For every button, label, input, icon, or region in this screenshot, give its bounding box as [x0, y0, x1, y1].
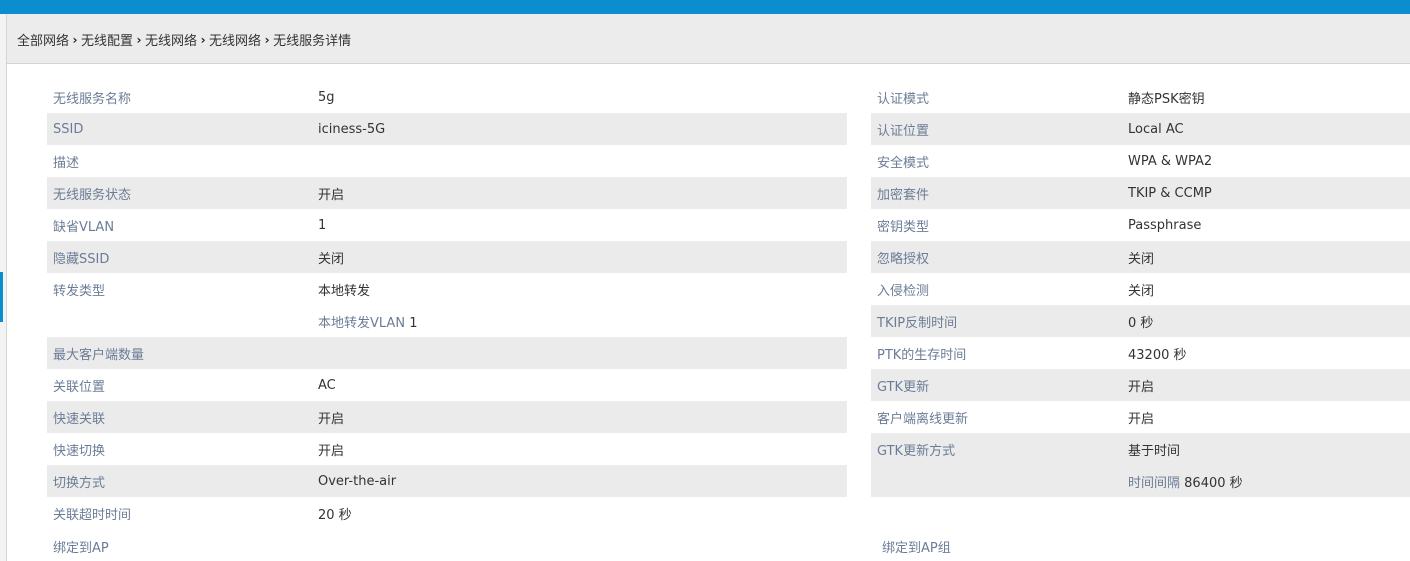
- detail-row-service-status: 无线服务状态 开启: [47, 177, 847, 209]
- detail-row-auth-mode: 认证模式 静态PSK密钥: [871, 81, 1410, 113]
- breadcrumb-wireless-config[interactable]: 无线配置: [81, 30, 133, 49]
- row-label: 加密套件: [877, 187, 930, 203]
- chevron-right-icon: ›: [200, 32, 206, 47]
- page-header: 全部网络 › 无线配置 › 无线网络 › 无线网络 › 无线服务详情: [7, 14, 1410, 64]
- row-value: 20 秒: [318, 507, 352, 523]
- row-value: 本地转发: [318, 283, 371, 299]
- row-value: 0 秒: [1128, 315, 1154, 331]
- row-label: 隐藏SSID: [53, 251, 110, 267]
- detail-row-client-offline-rekey: 客户端离线更新 开启: [871, 401, 1410, 433]
- row-value: TKIP & CCMP: [1128, 185, 1212, 201]
- row-value: AC: [318, 377, 336, 393]
- row-label: 快速切换: [53, 443, 106, 459]
- chevron-right-icon: ›: [264, 32, 270, 47]
- row-label: 认证模式: [877, 91, 930, 107]
- detail-row-local-forward-vlan: 本地转发VLAN 1: [47, 305, 847, 337]
- row-value: iciness-5G: [318, 121, 386, 137]
- bind-to-ap-group-label: 绑定到AP组: [882, 541, 951, 556]
- row-value: 开启: [318, 443, 345, 459]
- breadcrumb-service-detail: 无线服务详情: [273, 34, 352, 49]
- row-label: 认证位置: [877, 123, 930, 139]
- left-navigation-edge[interactable]: [0, 14, 7, 561]
- breadcrumb-all-networks[interactable]: 全部网络: [17, 30, 69, 49]
- row-value: 静态PSK密钥: [1128, 91, 1205, 107]
- row-value: 开启: [1128, 411, 1155, 427]
- detail-row-gtk-rekey-method: GTK更新方式 基于时间: [871, 433, 1410, 465]
- row-value: 开启: [318, 411, 345, 427]
- detail-row-max-clients: 最大客户端数量: [47, 337, 847, 369]
- row-label: TKIP反制时间: [877, 315, 958, 331]
- row-label: 密钥类型: [877, 219, 930, 235]
- row-value: 1: [318, 217, 327, 233]
- detail-row-association-location: 关联位置 AC: [47, 369, 847, 401]
- detail-row-auth-location: 认证位置 Local AC: [871, 113, 1410, 145]
- row-value: 关闭: [1128, 283, 1155, 299]
- row-label: PTK的生存时间: [877, 347, 967, 363]
- row-label: 转发类型: [53, 283, 106, 299]
- row-value: 43200 秒: [1128, 347, 1187, 363]
- row-label: 无线服务状态: [53, 187, 132, 203]
- bind-to-ap-label: 绑定到AP: [53, 541, 109, 556]
- chevron-right-icon: ›: [72, 32, 78, 47]
- detail-row-association-timeout: 关联超时时间 20 秒: [47, 497, 847, 529]
- row-label: 客户端离线更新: [877, 411, 969, 427]
- detail-row-key-type: 密钥类型 Passphrase: [871, 209, 1410, 241]
- detail-row-fast-roaming: 快速切换 开启: [47, 433, 847, 465]
- detail-row-roaming-method: 切换方式 Over-the-air: [47, 465, 847, 497]
- service-detail-right-panel: 认证模式 静态PSK密钥 认证位置 Local AC 安全模式 WPA & WP…: [871, 81, 1410, 497]
- row-value: Over-the-air: [318, 473, 397, 489]
- row-value: Local AC: [1128, 121, 1184, 137]
- sub-value: 1: [409, 315, 418, 331]
- row-value: WPA & WPA2: [1128, 153, 1213, 169]
- detail-row-gtk-rekey: GTK更新 开启: [871, 369, 1410, 401]
- detail-row-fast-association: 快速关联 开启: [47, 401, 847, 433]
- row-label: GTK更新: [877, 379, 930, 395]
- row-label: 关联位置: [53, 379, 106, 395]
- detail-row-ptk-lifetime: PTK的生存时间 43200 秒: [871, 337, 1410, 369]
- breadcrumb-wireless-network[interactable]: 无线网络: [145, 30, 197, 49]
- detail-row-ssid: SSID iciness-5G: [47, 113, 847, 145]
- top-banner: [0, 0, 1410, 14]
- row-label: 快速关联: [53, 411, 106, 427]
- row-label: 忽略授权: [877, 251, 930, 267]
- detail-row-security-mode: 安全模式 WPA & WPA2: [871, 145, 1410, 177]
- row-label: GTK更新方式: [877, 443, 956, 459]
- row-label: 缺省VLAN: [53, 219, 115, 235]
- detail-row-rekey-interval: 时间间隔 86400 秒: [871, 465, 1410, 497]
- row-label: 安全模式: [877, 155, 930, 171]
- detail-row-cipher-suite: 加密套件 TKIP & CCMP: [871, 177, 1410, 209]
- local-forward-vlan-field: 本地转发VLAN 1: [318, 312, 417, 331]
- detail-row-tkip-countermeasure-time: TKIP反制时间 0 秒: [871, 305, 1410, 337]
- row-label: 切换方式: [53, 475, 106, 491]
- detail-row-intrusion-detection: 入侵检测 关闭: [871, 273, 1410, 305]
- detail-row-ignore-authorization: 忽略授权 关闭: [871, 241, 1410, 273]
- row-label: SSID: [53, 121, 84, 137]
- detail-row-description: 描述: [47, 145, 847, 177]
- detail-row-default-vlan: 缺省VLAN 1: [47, 209, 847, 241]
- left-nav-active-marker: [0, 272, 3, 322]
- row-label: 无线服务名称: [53, 91, 132, 107]
- sub-label: 本地转发VLAN: [318, 315, 406, 331]
- row-label: 描述: [53, 155, 80, 171]
- row-label: 入侵检测: [877, 283, 930, 299]
- rekey-interval-field: 时间间隔 86400 秒: [1128, 472, 1243, 491]
- sub-label: 时间间隔: [1128, 475, 1181, 491]
- detail-row-service-name: 无线服务名称 5g: [47, 81, 847, 113]
- service-detail-left-panel: 无线服务名称 5g SSID iciness-5G 描述 无线服务状态 开启 缺…: [47, 81, 847, 529]
- row-value: 开启: [318, 187, 345, 203]
- detail-row-forwarding-type: 转发类型 本地转发: [47, 273, 847, 305]
- row-label: 关联超时时间: [53, 507, 132, 523]
- row-value: Passphrase: [1128, 217, 1202, 233]
- row-label: 最大客户端数量: [53, 347, 145, 363]
- row-value: 5g: [318, 89, 335, 105]
- detail-row-hidden-ssid: 隐藏SSID 关闭: [47, 241, 847, 273]
- chevron-right-icon: ›: [136, 32, 142, 47]
- breadcrumb-wireless-network-2[interactable]: 无线网络: [209, 30, 261, 49]
- sub-value: 86400 秒: [1184, 475, 1243, 491]
- row-value: 关闭: [1128, 251, 1155, 267]
- row-value: 关闭: [318, 251, 345, 267]
- breadcrumb: 全部网络 › 无线配置 › 无线网络 › 无线网络 › 无线服务详情: [17, 30, 352, 50]
- row-value: 开启: [1128, 379, 1155, 395]
- row-value: 基于时间: [1128, 443, 1181, 459]
